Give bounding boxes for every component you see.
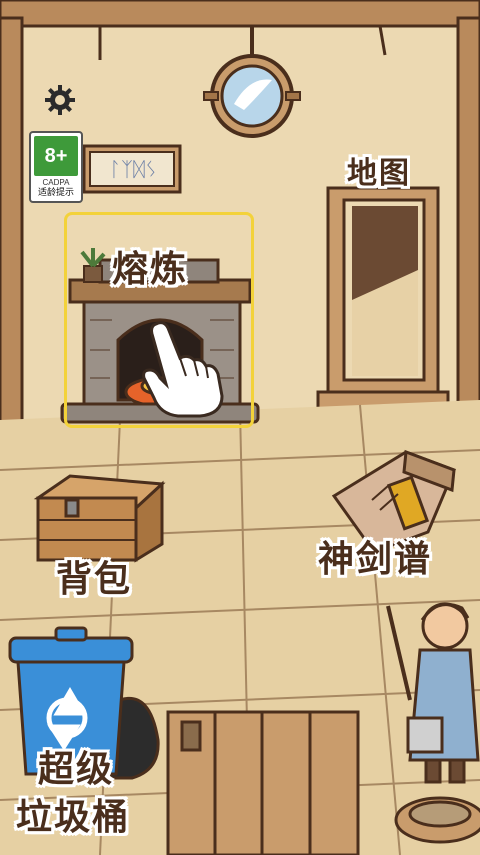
map-label: 地图 [347,156,411,191]
age-rating-caption: 适龄提示 [37,188,74,198]
age-rating-badge[interactable]: 8+ CADPA 适龄提示 [29,131,83,203]
map-door-hotspot[interactable] [320,180,448,412]
blacksmith-npc[interactable] [384,598,480,788]
game-scene: ᛚᛉᛞᛊ 8+ CADPA 适龄提示 熔炼 地图 背包 神剑谱 超级 垃圾桶 [0,0,480,855]
trash-label-line1: 超级 [38,749,115,790]
trash-label-line2: 垃圾桶 [16,797,131,838]
sign-text: ᛚᛉᛞᛊ [109,157,157,181]
gear-icon[interactable] [44,84,76,116]
smelt-label: 熔炼 [112,249,189,290]
age-rating-number: 8+ [34,136,78,176]
sword-manual-label: 神剑谱 [318,539,433,580]
backpack-label: 背包 [56,559,133,600]
age-rating-org: CADPA [42,178,70,187]
pointing-hand-icon [142,321,224,418]
